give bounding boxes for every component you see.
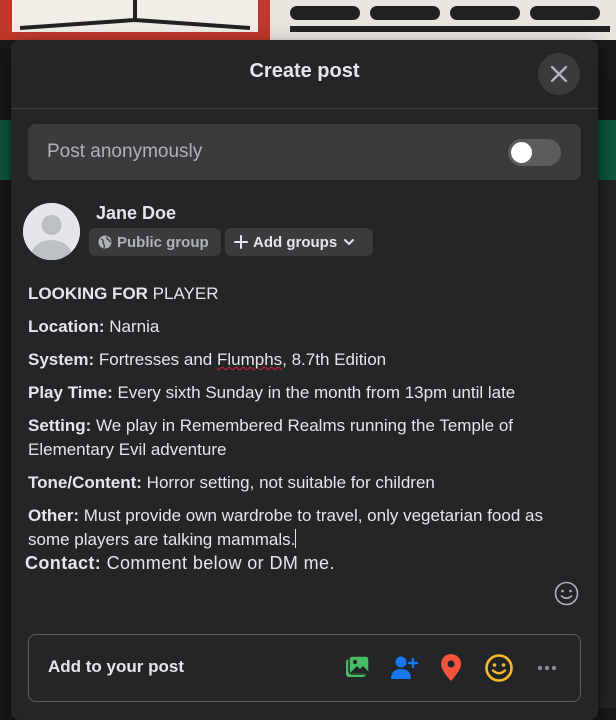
- tag-people-button[interactable]: [389, 653, 419, 683]
- post-value: Must provide own wardrobe to travel, onl…: [28, 506, 543, 549]
- dialog-title: Create post: [249, 60, 360, 82]
- audience-label: Public group: [117, 233, 209, 251]
- post-key: LOOKING FOR: [28, 284, 148, 303]
- add-groups-label: Add groups: [253, 233, 338, 251]
- plus-icon: [234, 235, 248, 249]
- post-line-other: Other: Must provide own wardrobe to trav…: [28, 504, 568, 552]
- post-key: Tone/Content:: [28, 473, 142, 492]
- cover-image-illustration: [0, 0, 610, 40]
- default-avatar-icon: [23, 203, 80, 260]
- post-key: Other:: [28, 506, 79, 525]
- dialog-header: Create post: [11, 40, 598, 109]
- post-anonymously-toggle[interactable]: [508, 139, 561, 166]
- check-in-icon: [441, 654, 461, 681]
- post-key: Location:: [28, 317, 105, 336]
- tag-people-icon: [391, 656, 419, 679]
- post-value: Horror setting, not suitable for childre…: [141, 473, 435, 492]
- more-options-button[interactable]: [532, 653, 562, 683]
- emoji-picker-button[interactable]: [554, 581, 579, 606]
- post-line-contact: Contact: Comment below or DM me.: [25, 553, 335, 574]
- feeling-activity-button[interactable]: [484, 653, 514, 683]
- post-value: We play in Remembered Realms running the…: [28, 416, 514, 459]
- close-button[interactable]: [538, 53, 580, 95]
- add-to-post-label: Add to your post: [48, 657, 184, 676]
- post-anonymously-row[interactable]: Post anonymously: [28, 124, 581, 180]
- globe-icon: [98, 235, 112, 249]
- post-key: Play Time:: [28, 383, 113, 402]
- text-cursor: [295, 529, 297, 548]
- post-value: Comment below or DM me.: [101, 553, 335, 573]
- check-in-button[interactable]: [436, 653, 466, 683]
- post-line-setting: Setting: We play in Remembered Realms ru…: [28, 414, 568, 462]
- toggle-knob: [511, 142, 532, 163]
- create-post-dialog: Create post Post anonymously Jane Doe Pu…: [11, 40, 598, 720]
- chevron-down-icon: [343, 236, 355, 248]
- photo-video-button[interactable]: [342, 653, 372, 683]
- smiley-icon: [554, 581, 579, 606]
- background-cover-image: [0, 0, 616, 40]
- post-key: Setting:: [28, 416, 92, 435]
- more-icon: [537, 665, 557, 671]
- add-to-post-bar: Add to your post: [28, 634, 581, 702]
- post-line-play-time: Play Time: Every sixth Sunday in the mon…: [28, 381, 568, 405]
- post-value: PLAYER: [147, 284, 219, 303]
- post-anonymously-label: Post anonymously: [47, 141, 203, 162]
- post-line-tone: Tone/Content: Horror setting, not suitab…: [28, 471, 568, 495]
- post-text-editor[interactable]: LOOKING FOR PLAYER Location: Narnia Syst…: [28, 282, 568, 561]
- add-groups-button[interactable]: Add groups: [225, 228, 373, 256]
- close-icon: [550, 65, 568, 83]
- post-key: Contact:: [25, 553, 102, 573]
- author-name: Jane Doe: [96, 203, 177, 223]
- avatar: [23, 203, 80, 260]
- post-line-location: Location: Narnia: [28, 315, 568, 339]
- post-line-looking-for: LOOKING FOR PLAYER: [28, 282, 568, 306]
- photo-video-icon: [346, 655, 370, 677]
- feeling-activity-icon: [485, 654, 513, 682]
- audience-selector[interactable]: Public group: [89, 228, 221, 256]
- misspelled-word[interactable]: Flumphs: [217, 350, 282, 369]
- post-value: Fortresses and: [94, 350, 217, 369]
- post-value: Narnia: [104, 317, 160, 336]
- post-line-system: System: Fortresses and Flumphs, 8.7th Ed…: [28, 348, 568, 372]
- post-key: System:: [28, 350, 95, 369]
- post-value: Every sixth Sunday in the month from 13p…: [112, 383, 516, 402]
- post-value: , 8.7th Edition: [282, 350, 387, 369]
